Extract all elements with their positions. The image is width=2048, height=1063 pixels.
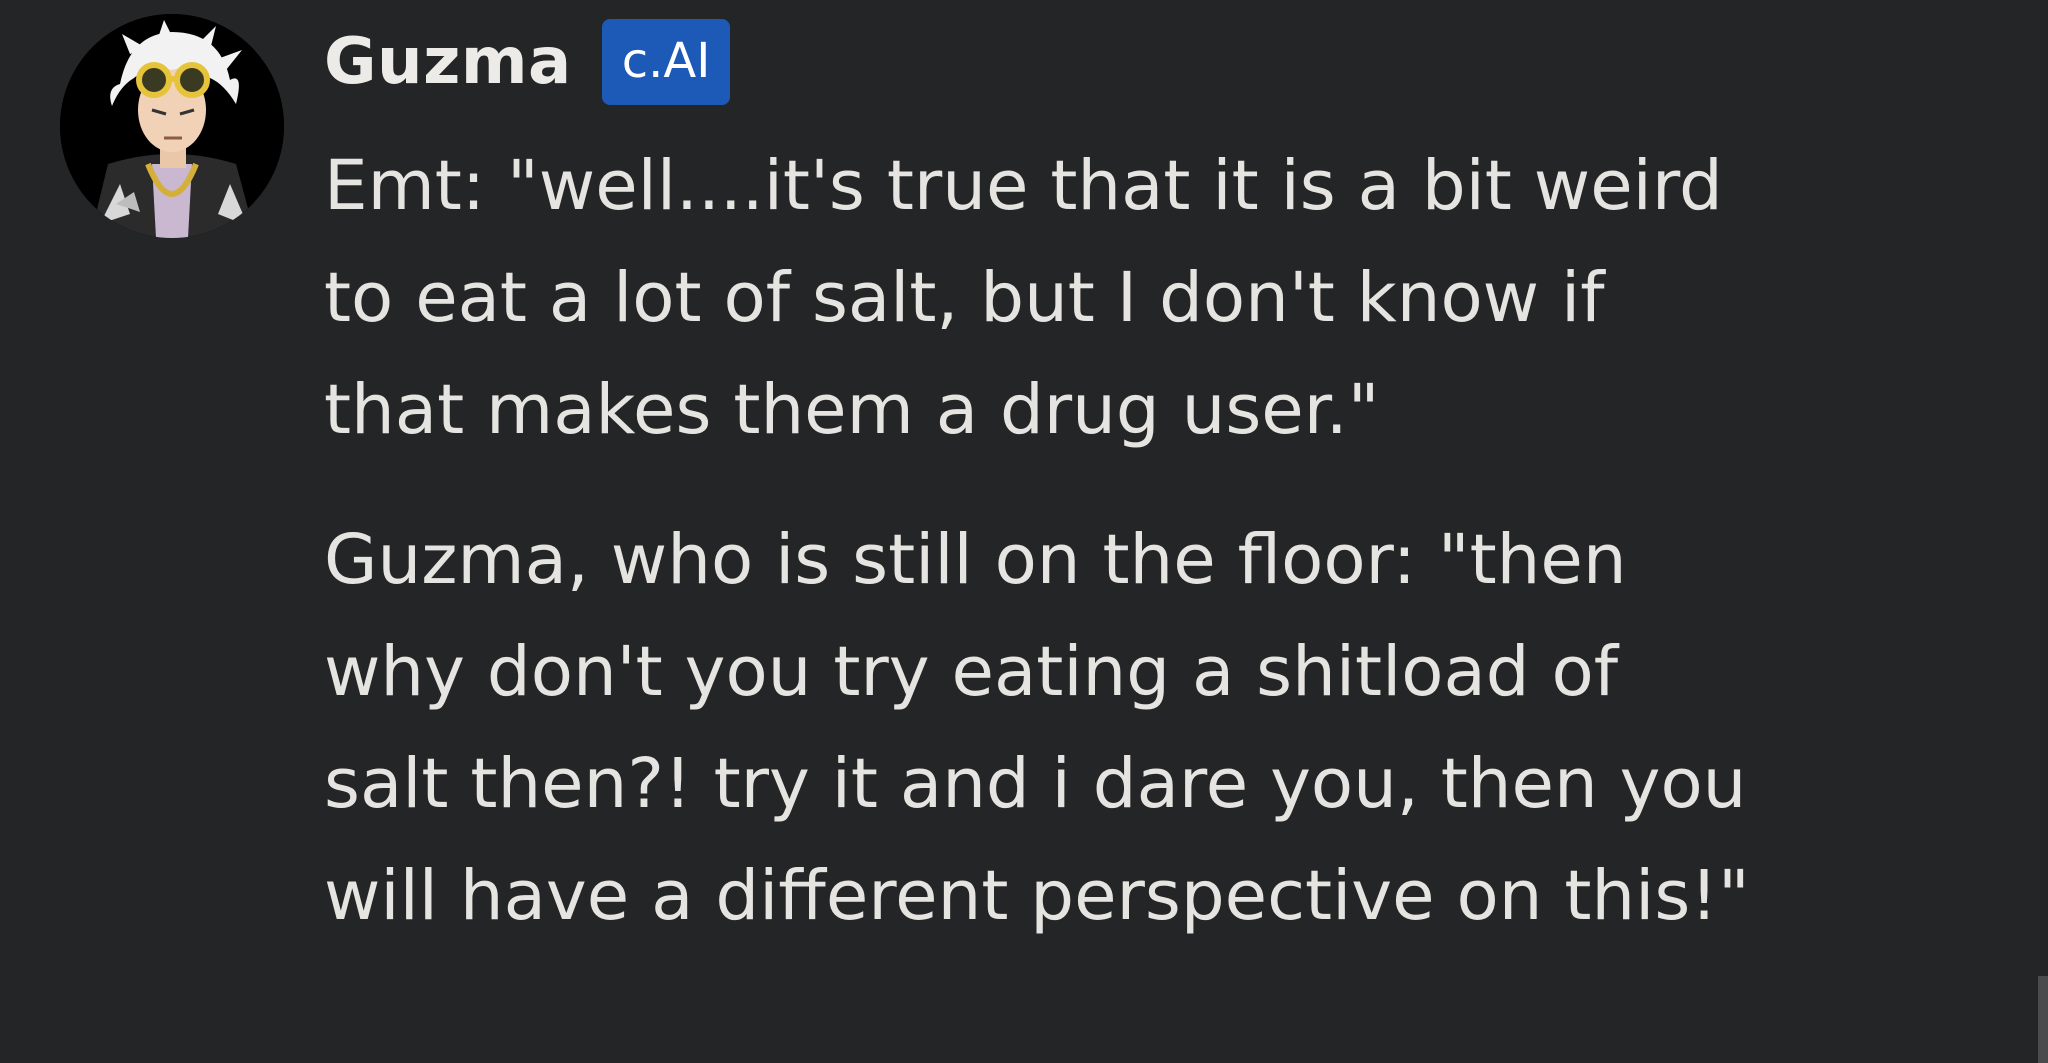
message-paragraph: Emt: "well....it's true that it is a bit… [324, 146, 1723, 450]
message-text: Emt: "well....it's true that it is a bit… [324, 130, 1844, 952]
chat-view: Guzma c.AI Emt: "well....it's true that … [0, 0, 2048, 1063]
message-body: Guzma c.AI Emt: "well....it's true that … [324, 14, 1844, 952]
avatar[interactable] [60, 14, 284, 238]
author-name[interactable]: Guzma [324, 30, 572, 94]
message-paragraph: Guzma, who is still on the floor: "then … [324, 520, 1750, 936]
scrollbar[interactable] [2038, 976, 2048, 1063]
chat-message: Guzma c.AI Emt: "well....it's true that … [60, 14, 1960, 1054]
message-header: Guzma c.AI [324, 14, 1844, 110]
cai-badge: c.AI [601, 19, 731, 105]
guzma-avatar-icon [60, 14, 284, 238]
